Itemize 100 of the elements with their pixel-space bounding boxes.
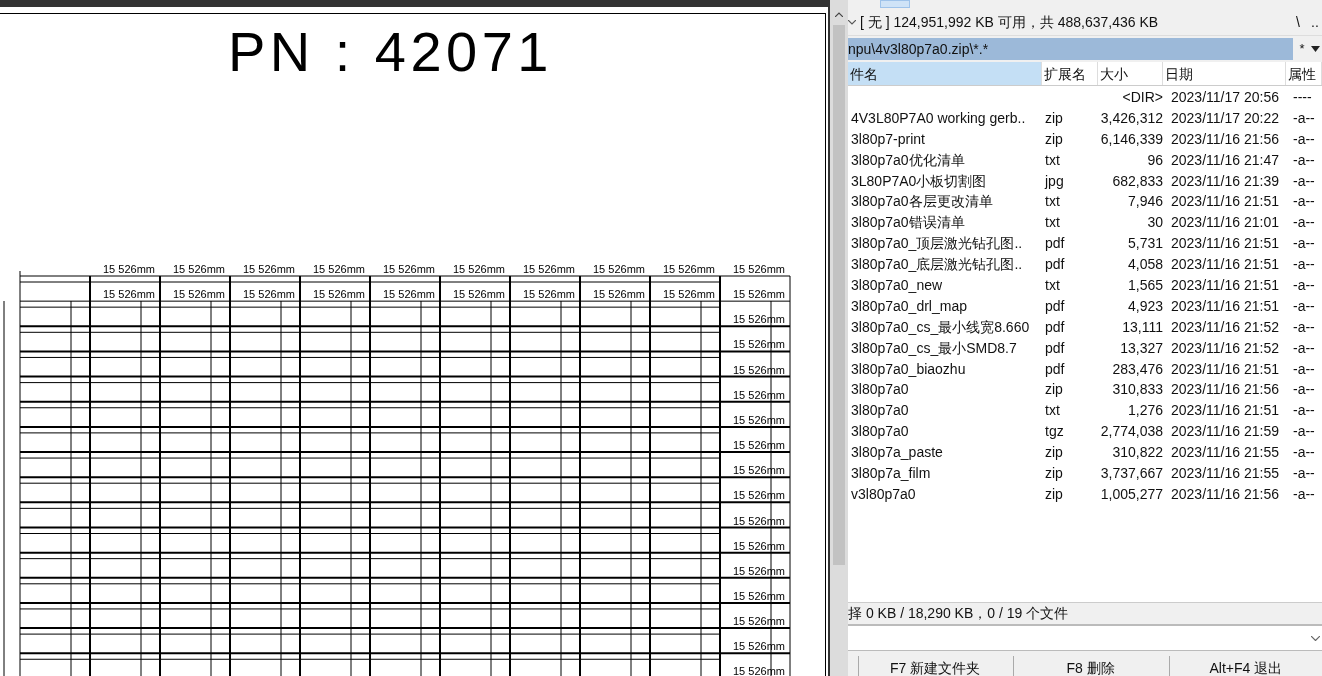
dimension-label: 15 526mm (733, 464, 785, 477)
scroll-up-icon[interactable] (835, 12, 843, 17)
file-name[interactable]: 3l80p7a0 (848, 400, 1042, 422)
file-size: 7,946 (1126, 192, 1163, 212)
file-attributes: -a-- (1292, 255, 1315, 275)
file-size: 5,731 (1126, 234, 1163, 254)
file-attributes: -a-- (1292, 380, 1315, 400)
file-date: 2023/11/16 21:52 (1170, 338, 1280, 358)
file-size: <DIR> (1121, 87, 1163, 107)
file-name[interactable]: 3l80p7a0 (848, 421, 1042, 443)
chevron-down-icon[interactable] (1311, 635, 1320, 641)
file-size: 96 (1146, 150, 1163, 170)
file-name[interactable]: v3l80p7a0 (848, 483, 1042, 505)
dimension-label: 15 526mm (523, 263, 575, 275)
file-extension: txt (1044, 192, 1061, 212)
file-size: 2,774,038 (1099, 422, 1163, 442)
file-date: 2023/11/16 21:55 (1170, 464, 1280, 483)
file-attributes: -a-- (1292, 484, 1315, 504)
file-extension: pdf (1044, 317, 1066, 337)
file-date: 2023/11/16 21:01 (1170, 213, 1280, 233)
file-attributes: -a-- (1292, 338, 1315, 358)
file-name[interactable]: 3L80P7A0小板切割图 (848, 170, 1042, 192)
file-name[interactable]: 3l80p7-print (848, 128, 1042, 150)
file-name[interactable]: 3l80p7a0错误清单 (848, 212, 1042, 234)
file-extension: pdf (1044, 338, 1066, 358)
file-size: 3,426,312 (1099, 108, 1163, 128)
dimension-label: 15 526mm (243, 263, 295, 275)
dimension-label: 15 526mm (103, 288, 155, 301)
file-size: 1,565 (1126, 275, 1163, 295)
file-name[interactable]: 3l80p7a0_cs_最小SMD8.7 (848, 337, 1042, 359)
file-name[interactable]: 3l80p7a_film (848, 463, 1042, 484)
file-size: 3,737,667 (1099, 464, 1163, 483)
file-name[interactable]: 3l80p7a0各层更改清单 (848, 191, 1042, 213)
file-extension: zip (1044, 443, 1064, 463)
file-date: 2023/11/16 21:52 (1170, 317, 1280, 337)
column-header[interactable]: 属性 (1286, 62, 1322, 85)
file-size: 283,476 (1111, 359, 1163, 379)
path-field[interactable]: npu\4v3l80p7a0.zip\*.* (848, 38, 1293, 60)
file-attributes: -a-- (1292, 108, 1315, 128)
file-attributes: -a-- (1292, 129, 1315, 149)
filter-button[interactable]: * (1293, 39, 1311, 59)
column-header[interactable]: 扩展名 (1042, 62, 1098, 85)
file-size: 1,005,277 (1099, 484, 1163, 504)
file-date: 2023/11/16 21:51 (1170, 234, 1280, 254)
dimension-label: 15 526mm (523, 288, 575, 301)
file-extension: zip (1044, 380, 1064, 400)
file-attributes: ---- (1292, 87, 1312, 107)
dimension-label: 15 526mm (453, 288, 505, 301)
file-name[interactable]: 3l80p7a0 (848, 379, 1042, 401)
file-extension: tgz (1044, 422, 1065, 442)
scroll-thumb[interactable] (833, 25, 845, 565)
file-size: 13,327 (1119, 338, 1163, 358)
function-key-button[interactable]: Alt+F4 退出 (1168, 656, 1322, 676)
column-header[interactable]: 大小 (1098, 62, 1163, 85)
file-name[interactable]: 3l80p7a_paste (848, 442, 1042, 464)
file-name[interactable]: 3l80p7a0_new (848, 274, 1042, 296)
function-key-button[interactable]: F8 删除 (1013, 656, 1167, 676)
parent-button[interactable]: .. (1308, 12, 1322, 33)
file-attributes: -a-- (1292, 422, 1315, 442)
file-name[interactable]: 3l80p7a0_biaozhu (848, 358, 1042, 380)
dimension-label: 15 526mm (593, 288, 645, 301)
file-attributes: -a-- (1292, 401, 1315, 421)
file-extension: txt (1044, 150, 1061, 170)
dimension-label: 15 526mm (733, 288, 785, 301)
file-size: 682,833 (1111, 171, 1163, 191)
file-name[interactable]: 3l80p7a0优化清单 (848, 149, 1042, 171)
dimension-label: 15 526mm (733, 413, 785, 426)
dimension-label: 15 526mm (733, 564, 785, 577)
file-attributes: -a-- (1292, 359, 1315, 379)
file-extension: pdf (1044, 359, 1066, 379)
dimension-label: 15 526mm (593, 263, 645, 275)
function-key-button[interactable]: F7 新建文件夹 (858, 656, 1012, 676)
dimension-label: 15 526mm (103, 263, 155, 275)
dimension-label: 15 526mm (733, 615, 785, 628)
dimension-label: 15 526mm (663, 263, 715, 275)
dimension-label: 15 526mm (663, 288, 715, 301)
dropdown-icon[interactable] (1311, 46, 1320, 52)
dimension-label: 15 526mm (243, 288, 295, 301)
file-name[interactable]: 3l80p7a0_drl_map (848, 295, 1042, 317)
root-button[interactable]: \ (1288, 12, 1308, 33)
dimension-label: 15 526mm (733, 514, 785, 527)
file-date: 2023/11/16 21:56 (1170, 129, 1280, 149)
file-name[interactable]: 3l80p7a0_底层激光钻孔图.. (848, 254, 1042, 276)
column-header[interactable]: 件名 (848, 62, 1042, 85)
file-extension: txt (1044, 275, 1061, 295)
file-date: 2023/11/17 20:56 (1170, 87, 1280, 107)
dimension-label: 15 526mm (733, 363, 785, 376)
status-text: 择 0 KB / 18,290 KB，0 / 19 个文件 (848, 604, 1069, 623)
dimension-label: 15 526mm (733, 338, 785, 351)
file-name[interactable]: 4V3L80P7A0 working gerb.. (848, 107, 1042, 129)
file-name[interactable]: 3l80p7a0_cs_最小线宽8.660 (848, 316, 1042, 338)
file-size: 30 (1146, 213, 1163, 233)
file-name[interactable]: 3l80p7a0_顶层激光钻孔图.. (848, 233, 1042, 255)
file-extension: pdf (1044, 296, 1066, 316)
drive-dropdown-icon[interactable] (848, 20, 856, 25)
file-extension: zip (1044, 484, 1064, 504)
file-extension: txt (1044, 213, 1061, 233)
dimension-label: 15 526mm (733, 263, 785, 275)
file-attributes: -a-- (1292, 317, 1315, 337)
file-attributes: -a-- (1292, 150, 1315, 170)
